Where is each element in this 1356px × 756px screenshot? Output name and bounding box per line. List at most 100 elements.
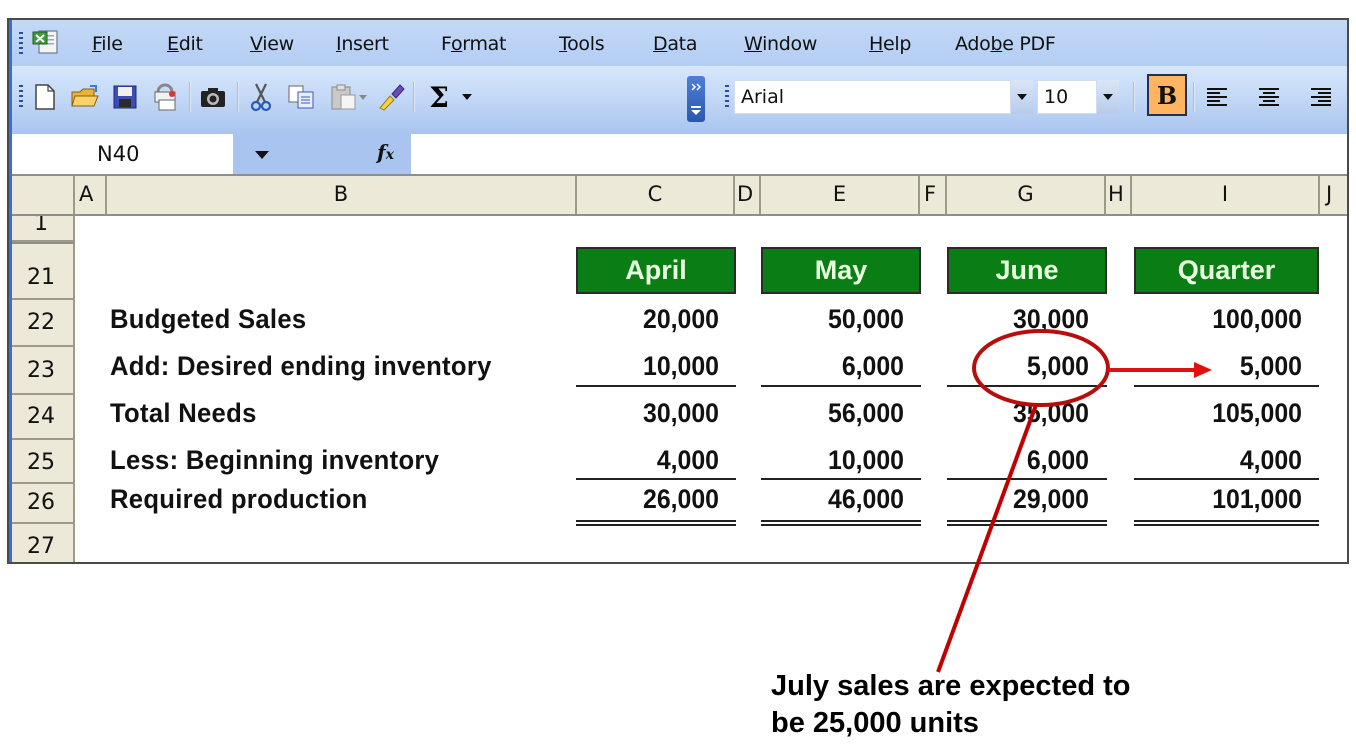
new-document-button[interactable] [29, 80, 61, 114]
bold-button[interactable]: B [1147, 74, 1187, 116]
menu-help[interactable]: Help [869, 33, 911, 55]
autosum-dropdown[interactable] [459, 80, 475, 114]
cell-value[interactable]: 56,000 [766, 398, 904, 429]
insert-function-icon[interactable]: fx [377, 140, 394, 164]
cell-value[interactable]: 20,000 [581, 304, 719, 335]
menu-grip-handle[interactable] [19, 32, 23, 54]
copy-button[interactable] [285, 80, 317, 114]
menu-adobe-pdf[interactable]: Adobe PDF [955, 33, 1056, 55]
column-header-j[interactable]: J [1320, 176, 1347, 214]
menu-edit[interactable]: Edit [167, 33, 203, 55]
permission-button[interactable] [149, 80, 181, 114]
toolbar-separator [413, 82, 415, 112]
cell-value[interactable]: 35,000 [951, 398, 1089, 429]
row-header[interactable]: 1 [9, 216, 75, 242]
autosum-button[interactable]: Σ [423, 80, 455, 114]
row-header[interactable]: 26 [9, 484, 75, 524]
cell-value[interactable]: 10,000 [766, 445, 904, 476]
font-size-dropdown[interactable] [1097, 80, 1119, 114]
align-left-button[interactable] [1201, 80, 1233, 114]
cell-value[interactable]: 4,000 [1152, 445, 1302, 476]
column-header-g[interactable]: G [947, 176, 1106, 214]
cell-value[interactable]: 101,000 [1152, 484, 1302, 515]
month-header-april[interactable]: April [576, 247, 736, 294]
paste-dropdown[interactable] [355, 80, 371, 114]
menu-data[interactable]: Data [653, 33, 697, 55]
cut-button[interactable] [245, 80, 277, 114]
save-button[interactable] [109, 80, 141, 114]
column-header-h[interactable]: H [1106, 176, 1132, 214]
cell-value[interactable]: 6,000 [951, 445, 1089, 476]
row-header[interactable]: 23 [9, 347, 75, 395]
row-header[interactable]: 24 [9, 395, 75, 440]
cell-value[interactable]: 50,000 [766, 304, 904, 335]
menu-insert[interactable]: Insert [336, 33, 389, 55]
month-header-june[interactable]: June [947, 247, 1107, 294]
cell-value[interactable]: 46,000 [766, 484, 904, 515]
name-box[interactable]: N40 [9, 134, 233, 174]
menu-tools[interactable]: Tools [559, 33, 605, 55]
open-button[interactable] [69, 80, 101, 114]
column-header-f[interactable]: F [920, 176, 947, 214]
formatting-toolbar-grip[interactable] [725, 85, 729, 109]
double-underline [761, 520, 921, 526]
row-label-beginning-inventory[interactable]: Less: Beginning inventory [110, 445, 439, 476]
chevron-down-icon [359, 94, 367, 100]
column-header-a[interactable]: A [75, 176, 107, 214]
underline [1134, 478, 1319, 480]
new-document-icon [35, 84, 55, 110]
underline [947, 478, 1107, 480]
cell-value[interactable]: 4,000 [581, 445, 719, 476]
font-size-select[interactable]: 10 [1037, 80, 1097, 114]
row-header[interactable]: 21 [9, 242, 75, 300]
row-header[interactable]: 27 [9, 524, 75, 562]
cell-value[interactable]: 5,000 [951, 351, 1089, 382]
column-header-i[interactable]: I [1132, 176, 1320, 214]
toolbar-separator [189, 82, 191, 112]
row-label-budgeted-sales[interactable]: Budgeted Sales [110, 304, 306, 335]
menu-bar: File Edit View Insert Format Tools Data … [9, 20, 1347, 66]
toolbar-grip-handle[interactable] [19, 85, 23, 109]
menu-format[interactable]: Format [441, 33, 506, 55]
menu-view[interactable]: View [250, 33, 294, 55]
menu-window[interactable]: Window [744, 33, 817, 55]
font-name-select[interactable]: Arial [734, 80, 1011, 114]
format-painter-button[interactable] [375, 80, 407, 114]
camera-button[interactable] [197, 80, 229, 114]
align-right-button[interactable] [1305, 80, 1337, 114]
underline [761, 385, 921, 387]
standard-toolbar: Σ Arial 10 B [9, 66, 1347, 134]
column-header-c[interactable]: C [577, 176, 735, 214]
save-icon [113, 85, 137, 109]
row-label-total-needs[interactable]: Total Needs [110, 398, 257, 429]
cell-value[interactable]: 105,000 [1152, 398, 1302, 429]
cell-value[interactable]: 10,000 [581, 351, 719, 382]
cell-value[interactable]: 6,000 [766, 351, 904, 382]
month-header-may[interactable]: May [761, 247, 921, 294]
name-box-dropdown-icon[interactable] [255, 151, 269, 159]
toolbar-options-icon [691, 83, 702, 115]
formula-input[interactable] [411, 134, 1347, 174]
column-header-e[interactable]: E [761, 176, 920, 214]
cell-value[interactable]: 30,000 [581, 398, 719, 429]
excel-app-icon[interactable] [31, 28, 61, 56]
cell-value[interactable]: 29,000 [951, 484, 1089, 515]
row-header[interactable]: 22 [9, 300, 75, 347]
row-header[interactable]: 25 [9, 440, 75, 484]
toolbar-options-button[interactable] [687, 76, 705, 122]
row-label-desired-ending-inventory[interactable]: Add: Desired ending inventory [110, 351, 492, 382]
select-all-corner[interactable] [9, 176, 75, 214]
menu-accelerator: D [653, 33, 668, 55]
toolbar-separator [1193, 82, 1195, 112]
column-header-b[interactable]: B [107, 176, 577, 214]
font-name-dropdown[interactable] [1011, 80, 1033, 114]
month-header-quarter[interactable]: Quarter [1134, 247, 1319, 294]
cell-value[interactable]: 100,000 [1152, 304, 1302, 335]
cell-value[interactable]: 5,000 [1152, 351, 1302, 382]
cell-value[interactable]: 30,000 [951, 304, 1089, 335]
row-label-required-production[interactable]: Required production [110, 484, 368, 515]
align-center-button[interactable] [1253, 80, 1285, 114]
menu-file[interactable]: File [92, 33, 123, 55]
cell-value[interactable]: 26,000 [581, 484, 719, 515]
column-header-d[interactable]: D [735, 176, 761, 214]
